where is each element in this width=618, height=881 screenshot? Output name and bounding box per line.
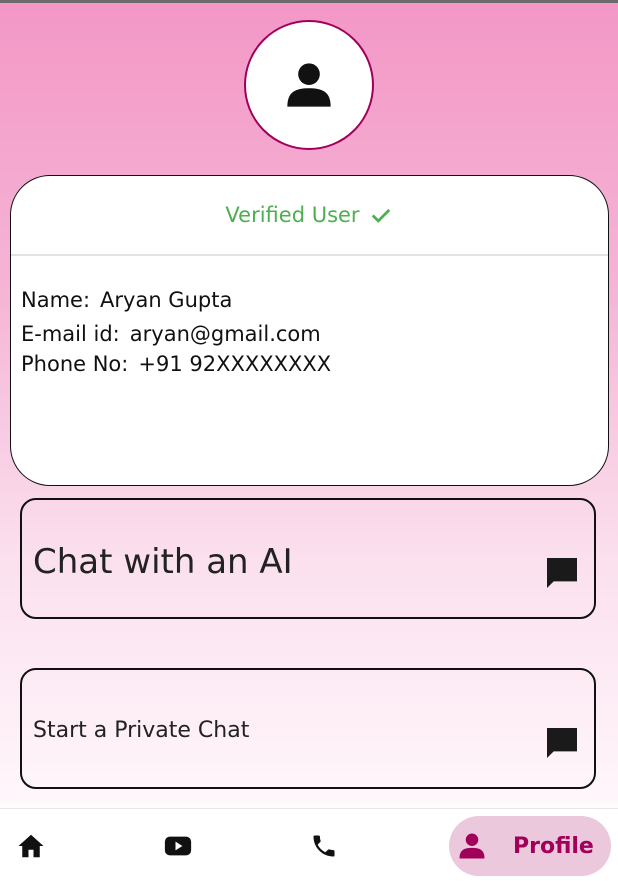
nav-home[interactable] (14, 829, 48, 863)
person-icon (459, 833, 485, 859)
video-icon (164, 836, 192, 856)
chat-with-ai-label: Chat with an AI (33, 542, 293, 582)
name-value: Aryan Gupta (100, 288, 233, 312)
verified-label: Verified User (225, 203, 360, 227)
chat-bubble-icon (547, 728, 577, 758)
email-value: aryan@gmail.com (129, 322, 321, 346)
phone-label: Phone No: (21, 352, 129, 376)
check-icon (371, 208, 390, 223)
email-row: E-mail id: aryan@gmail.com (21, 322, 608, 346)
chat-bubble-icon (547, 558, 577, 588)
phone-icon (313, 835, 335, 857)
nav-profile-label: Profile (513, 833, 594, 859)
nav-call[interactable] (307, 829, 341, 863)
avatar[interactable] (244, 20, 374, 150)
name-label: Name: (21, 288, 91, 312)
status-bar-edge (0, 0, 618, 3)
private-chat-button[interactable]: Start a Private Chat (20, 668, 596, 789)
nav-profile[interactable]: Profile (449, 816, 611, 876)
person-icon (287, 63, 331, 107)
phone-row: Phone No: +91 92XXXXXXXX (21, 352, 608, 376)
home-icon (18, 834, 44, 858)
bottom-nav: Profile (0, 808, 618, 881)
verified-status: Verified User (11, 176, 608, 256)
nav-video[interactable] (161, 829, 195, 863)
profile-card: Verified User Name: Aryan Gupta E-mail i… (10, 175, 609, 486)
email-label: E-mail id: (21, 322, 120, 346)
chat-with-ai-button[interactable]: Chat with an AI (20, 498, 596, 619)
user-info: Name: Aryan Gupta E-mail id: aryan@gmail… (11, 256, 608, 376)
name-row: Name: Aryan Gupta (21, 288, 608, 312)
private-chat-label: Start a Private Chat (33, 718, 250, 743)
phone-value: +91 92XXXXXXXX (138, 352, 332, 376)
